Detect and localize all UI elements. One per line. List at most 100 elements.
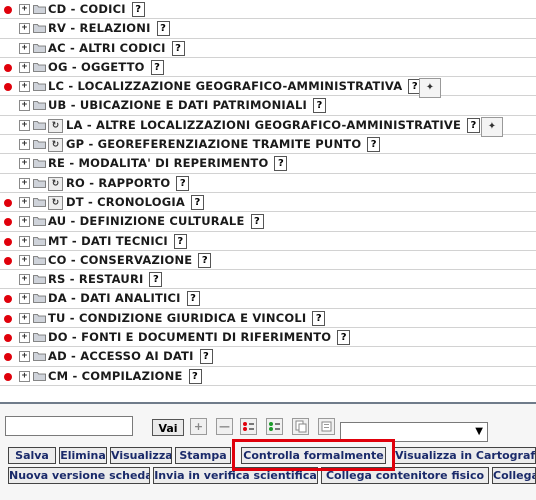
help-icon[interactable]: ? bbox=[186, 291, 200, 307]
section-code[interactable]: DT - CRONOLOGIA bbox=[66, 195, 185, 209]
list-icon[interactable] bbox=[318, 418, 335, 435]
tree-row[interactable]: + ↻ RO - RAPPORTO? bbox=[0, 174, 536, 193]
section-label[interactable]: CD - CODICI? bbox=[48, 2, 145, 17]
section-code[interactable]: DA - DATI ANALITICI bbox=[48, 291, 181, 305]
section-code[interactable]: RS - RESTAURI bbox=[48, 272, 143, 286]
tree-row[interactable]: + AU - DEFINIZIONE CULTURALE? bbox=[0, 212, 536, 232]
section-code[interactable]: CO - CONSERVAZIONE bbox=[48, 253, 192, 267]
tree-row[interactable]: + UB - UBICAZIONE E DATI PATRIMONIALI? bbox=[0, 96, 536, 116]
tree-row[interactable]: + TU - CONDIZIONE GIURIDICA E VINCOLI? bbox=[0, 309, 536, 329]
help-icon[interactable]: ? bbox=[131, 2, 145, 17]
section-code[interactable]: RE - MODALITA' DI REPERIMENTO bbox=[48, 156, 268, 170]
section-label[interactable]: CM - COMPILAZIONE? bbox=[48, 368, 202, 384]
expand-icon[interactable]: + bbox=[19, 254, 30, 266]
section-label[interactable]: RO - RAPPORTO? bbox=[66, 175, 190, 191]
section-label[interactable]: UB - UBICAZIONE E DATI PATRIMONIALI? bbox=[48, 98, 327, 114]
search-input[interactable] bbox=[5, 416, 133, 436]
section-label[interactable]: DA - DATI ANALITICI? bbox=[48, 291, 200, 307]
expand-icon[interactable]: + bbox=[19, 177, 30, 189]
elimina-button[interactable]: Elimina bbox=[59, 447, 107, 464]
expand-icon[interactable]: + bbox=[19, 23, 30, 35]
section-code[interactable]: DO - FONTI E DOCUMENTI DI RIFERIMENTO bbox=[48, 330, 331, 344]
tree-row[interactable]: + LC - LOCALIZZAZIONE GEOGRAFICO-AMMINIST… bbox=[0, 77, 536, 99]
tree-row[interactable]: + DA - DATI ANALITICI? bbox=[0, 289, 536, 309]
expand-icon[interactable]: + bbox=[19, 351, 30, 363]
reload-icon[interactable]: ↻ bbox=[48, 118, 63, 133]
help-icon[interactable]: ? bbox=[337, 330, 351, 346]
section-code[interactable]: AD - ACCESSO AI DATI bbox=[48, 349, 194, 363]
collega-button[interactable]: Collega bbox=[492, 467, 536, 484]
reload-icon[interactable]: ↻ bbox=[48, 176, 63, 191]
tree-row[interactable]: + CO - CONSERVAZIONE? bbox=[0, 251, 536, 271]
section-label[interactable]: RV - RELAZIONI? bbox=[48, 21, 170, 37]
help-icon[interactable]: ? bbox=[176, 175, 190, 191]
green-bullets-icon[interactable] bbox=[266, 418, 283, 435]
expand-icon[interactable]: + bbox=[19, 196, 30, 208]
section-code[interactable]: LC - LOCALIZZAZIONE GEOGRAFICO-AMMINISTR… bbox=[48, 79, 402, 93]
section-label[interactable]: AU - DEFINIZIONE CULTURALE? bbox=[48, 214, 264, 230]
vai-button[interactable]: Vai bbox=[152, 419, 184, 436]
visualizza-cartografia-button[interactable]: Visualizza in Cartografia bbox=[394, 447, 536, 464]
section-label[interactable]: TU - CONDIZIONE GIURIDICA E VINCOLI? bbox=[48, 310, 326, 326]
help-icon[interactable]: ? bbox=[367, 137, 381, 153]
expand-icon[interactable]: + bbox=[19, 81, 30, 93]
help-icon[interactable]: ? bbox=[467, 117, 481, 133]
expand-icon[interactable]: + bbox=[19, 235, 30, 247]
section-code[interactable]: AC - ALTRI CODICI bbox=[48, 41, 166, 55]
help-icon[interactable]: ? bbox=[250, 214, 264, 230]
tree-row[interactable]: + OG - OGGETTO? bbox=[0, 58, 536, 78]
section-label[interactable]: CO - CONSERVAZIONE? bbox=[48, 252, 212, 268]
help-icon[interactable]: ? bbox=[150, 59, 164, 75]
section-code[interactable]: MT - DATI TECNICI bbox=[48, 234, 168, 248]
section-code[interactable]: OG - OGGETTO bbox=[48, 60, 145, 74]
section-code[interactable]: CD - CODICI bbox=[48, 2, 126, 16]
tree-row[interactable]: + DO - FONTI E DOCUMENTI DI RIFERIMENTO? bbox=[0, 328, 536, 348]
help-icon[interactable]: ? bbox=[173, 233, 187, 249]
tree-row[interactable]: + RS - RESTAURI? bbox=[0, 270, 536, 290]
tree-row[interactable]: + RV - RELAZIONI? bbox=[0, 19, 536, 39]
expand-icon[interactable]: + bbox=[19, 312, 30, 324]
help-icon[interactable]: ? bbox=[312, 310, 326, 326]
expand-icon[interactable]: + bbox=[19, 332, 30, 344]
help-icon[interactable]: ? bbox=[156, 21, 170, 37]
section-label[interactable]: AC - ALTRI CODICI? bbox=[48, 40, 185, 56]
section-code[interactable]: AU - DEFINIZIONE CULTURALE bbox=[48, 214, 245, 228]
section-code[interactable]: LA - ALTRE LOCALIZZAZIONI GEOGRAFICO-AMM… bbox=[66, 118, 461, 132]
expand-icon[interactable]: + bbox=[19, 119, 30, 131]
section-label[interactable]: MT - DATI TECNICI? bbox=[48, 233, 187, 249]
section-code[interactable]: TU - CONDIZIONE GIURIDICA E VINCOLI bbox=[48, 311, 306, 325]
section-label[interactable]: OG - OGGETTO? bbox=[48, 59, 164, 75]
expand-icon[interactable]: + bbox=[19, 61, 30, 73]
expand-icon[interactable]: + bbox=[19, 370, 30, 382]
section-code[interactable]: GP - GEOREFERENZIAZIONE TRAMITE PUNTO bbox=[66, 137, 361, 151]
help-icon[interactable]: ? bbox=[190, 194, 204, 210]
help-icon[interactable]: ? bbox=[149, 272, 163, 288]
tree-row[interactable]: + ↻ DT - CRONOLOGIA? bbox=[0, 193, 536, 213]
expand-icon[interactable]: + bbox=[19, 139, 30, 151]
tree-row[interactable]: + ↻ LA - ALTRE LOCALIZZAZIONI GEOGRAFICO-A… bbox=[0, 116, 536, 137]
tree-row[interactable]: + RE - MODALITA' DI REPERIMENTO? bbox=[0, 154, 536, 174]
expand-icon[interactable]: + bbox=[19, 158, 30, 170]
copy-icon[interactable] bbox=[292, 418, 309, 435]
help-icon[interactable]: ? bbox=[274, 156, 288, 172]
section-label[interactable]: LA - ALTRE LOCALIZZAZIONI GEOGRAFICO-AMM… bbox=[66, 117, 481, 133]
add-icon[interactable]: + bbox=[190, 418, 207, 435]
salva-button[interactable]: Salva bbox=[8, 447, 56, 464]
expand-icon[interactable]: + bbox=[19, 42, 30, 54]
section-label[interactable]: DT - CRONOLOGIA? bbox=[66, 194, 204, 210]
reload-icon[interactable]: ↻ bbox=[48, 195, 63, 210]
help-icon[interactable]: ? bbox=[198, 252, 212, 268]
tree-row[interactable]: + MT - DATI TECNICI? bbox=[0, 232, 536, 251]
section-code[interactable]: RO - RAPPORTO bbox=[66, 176, 170, 190]
help-icon[interactable]: ? bbox=[313, 98, 327, 114]
expand-icon[interactable]: + bbox=[19, 293, 30, 305]
section-code[interactable]: UB - UBICAZIONE E DATI PATRIMONIALI bbox=[48, 98, 307, 112]
tree-row[interactable]: + CD - CODICI? bbox=[0, 0, 536, 20]
expand-icon[interactable]: + bbox=[19, 216, 30, 228]
section-label[interactable]: LC - LOCALIZZAZIONE GEOGRAFICO-AMMINISTR… bbox=[48, 79, 422, 95]
section-code[interactable]: CM - COMPILAZIONE bbox=[48, 369, 183, 383]
section-label[interactable]: GP - GEOREFERENZIAZIONE TRAMITE PUNTO? bbox=[66, 137, 381, 153]
expand-icon[interactable]: + bbox=[19, 100, 30, 112]
section-label[interactable]: RE - MODALITA' DI REPERIMENTO? bbox=[48, 156, 288, 172]
red-bullets-icon[interactable] bbox=[240, 418, 257, 435]
